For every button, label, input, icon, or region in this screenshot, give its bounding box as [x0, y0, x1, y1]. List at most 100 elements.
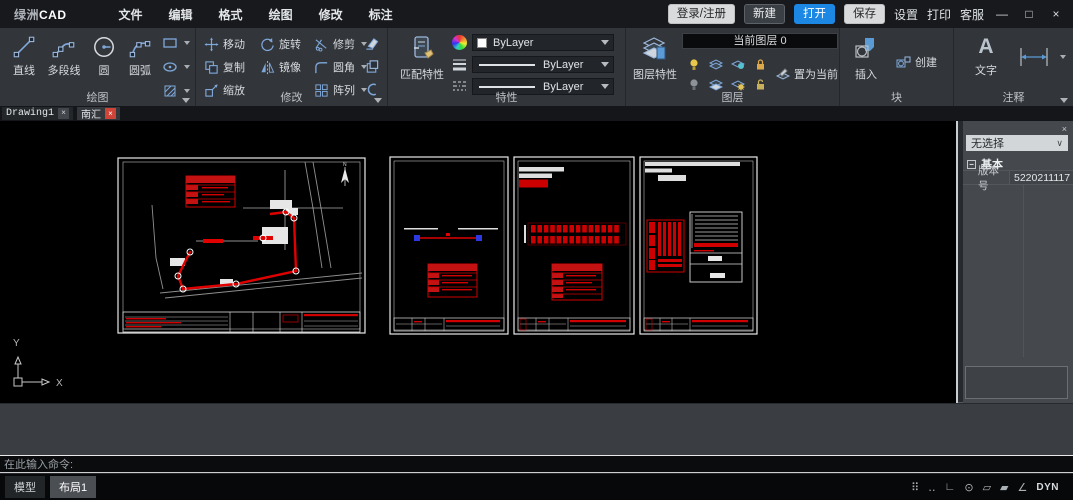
create-block-button[interactable]: 创建: [896, 54, 937, 70]
insert-block-button[interactable]: 插入: [850, 34, 882, 82]
command-line[interactable]: 在此输入命令:: [0, 455, 1073, 473]
selection-filter-select[interactable]: 无选择 ∨: [966, 135, 1068, 151]
model-tab-button[interactable]: 模型: [5, 476, 45, 498]
arc-button[interactable]: 圆弧: [124, 34, 156, 78]
layer-thaw-icon[interactable]: [730, 58, 745, 71]
match-properties-label: 匹配特性: [400, 66, 444, 82]
drawing-canvas[interactable]: N: [0, 121, 956, 403]
match-properties-button[interactable]: 匹配特性: [396, 34, 448, 82]
tab-drawing1[interactable]: Drawing1 ×: [2, 107, 73, 120]
group-expand-arrow-icon[interactable]: [374, 98, 382, 103]
color-select[interactable]: ByLayer: [472, 34, 614, 51]
svg-text:X: X: [56, 378, 63, 389]
mirror-button[interactable]: 镜像: [260, 59, 301, 75]
explode-button[interactable]: [364, 59, 380, 74]
menu-modify[interactable]: 修改: [319, 6, 343, 23]
dropdown-arrow-icon: [601, 62, 609, 67]
menu-annotate[interactable]: 标注: [369, 6, 393, 23]
rectangle-icon: [162, 36, 178, 50]
status-toggles: ⠿ ‥ ∟ ⊙ ▱ ▰ ∠ DYN: [911, 481, 1059, 494]
tab-close-icon[interactable]: ×: [105, 108, 116, 119]
move-icon: [204, 37, 219, 52]
snap-icon[interactable]: ‥: [928, 481, 935, 494]
layer-properties-label: 图层特性: [633, 66, 677, 82]
menu-draw[interactable]: 绘图: [269, 6, 293, 23]
polar-tracking-icon[interactable]: ⊙: [964, 481, 973, 494]
copy-button[interactable]: 复制: [204, 59, 245, 75]
current-layer-display[interactable]: 当前图层 0: [682, 33, 838, 49]
circle-button[interactable]: 圆: [90, 34, 118, 78]
object-track-icon[interactable]: ▰: [1000, 481, 1008, 494]
layer-properties-icon: [640, 34, 670, 64]
settings-button[interactable]: 设置: [894, 6, 918, 23]
app-logo: 绿洲CAD: [14, 6, 67, 23]
save-file-button[interactable]: 保存: [844, 4, 885, 24]
rotate-label: 旋转: [279, 36, 301, 52]
object-snap-icon[interactable]: ▱: [983, 481, 991, 494]
rectangle-button[interactable]: [162, 36, 190, 50]
mirror-icon: [260, 60, 275, 75]
layer-lock-icon[interactable]: [752, 58, 767, 71]
set-current-layer-button[interactable]: 置为当前: [776, 66, 838, 82]
angle-icon[interactable]: ∠: [1018, 481, 1028, 494]
color-wheel-icon: [452, 35, 467, 50]
lineweight-sample: [479, 64, 535, 66]
cad-drawing: N: [0, 121, 956, 403]
panel-close-icon[interactable]: ×: [1062, 124, 1067, 134]
group-expand-arrow-icon[interactable]: [1060, 98, 1068, 103]
ellipse-button[interactable]: [162, 60, 190, 74]
dynamic-input-toggle[interactable]: DYN: [1036, 482, 1059, 493]
polyline-button[interactable]: 多段线: [44, 34, 84, 78]
login-register-button[interactable]: 登录/注册: [668, 4, 735, 24]
erase-button[interactable]: [364, 36, 380, 51]
tab-close-icon[interactable]: ×: [58, 108, 69, 119]
fillet-button[interactable]: 圆角: [314, 59, 367, 75]
menu-format[interactable]: 格式: [219, 6, 243, 23]
open-file-button[interactable]: 打开: [794, 4, 835, 24]
layer-on-icon[interactable]: [686, 58, 701, 71]
rotate-button[interactable]: 旋转: [260, 36, 301, 52]
layer-freeze-icon[interactable]: [708, 58, 723, 71]
grid-icon[interactable]: ⠿: [911, 481, 919, 494]
text-button[interactable]: A 文字: [972, 34, 1000, 78]
dimension-button[interactable]: [1016, 46, 1066, 68]
line-label: 直线: [13, 62, 35, 78]
explode-icon: [364, 59, 380, 74]
group-expand-arrow-icon[interactable]: [182, 98, 190, 103]
ribbon-group-layers: 图层特性 当前图层 0 置为当前 图层: [626, 28, 840, 106]
ortho-icon[interactable]: ∟: [945, 481, 956, 493]
lineweight-select[interactable]: ByLayer: [472, 56, 614, 73]
tab-nanhui[interactable]: 南汇 ×: [77, 107, 120, 120]
print-button[interactable]: 打印: [927, 6, 951, 23]
sheet-1-site-plan: N: [118, 158, 365, 333]
minimize-button[interactable]: —: [993, 7, 1011, 21]
arc-label: 圆弧: [129, 62, 151, 78]
line-button[interactable]: 直线: [8, 34, 40, 78]
fillet-label: 圆角: [333, 59, 355, 75]
menu-file[interactable]: 文件: [119, 6, 143, 23]
layer-properties-button[interactable]: 图层特性: [632, 34, 678, 82]
version-value[interactable]: 5220211117: [1009, 171, 1073, 184]
canvas-scrollbar[interactable]: [956, 121, 958, 403]
trim-button[interactable]: 修剪: [314, 36, 367, 52]
ribbon-group-properties: 匹配特性 ByLayer ByLayer ByLayer 特性: [388, 28, 626, 106]
menu-edit[interactable]: 编辑: [169, 6, 193, 23]
ribbon-group-modify: 移动 复制 缩放 旋转 镜像 修剪: [196, 28, 388, 106]
property-row-version: 版本号 5220211117: [963, 170, 1073, 185]
group-label-block: 块: [840, 89, 953, 105]
dropdown-arrow-icon: [184, 41, 190, 45]
close-button[interactable]: ×: [1047, 7, 1065, 21]
sheet-4-detail: [640, 157, 757, 334]
application-window: 绿洲CAD 文件 编辑 格式 绘图 修改 标注 登录/注册 新建 打开 保存 设…: [0, 0, 1073, 500]
ellipse-icon: [162, 60, 178, 74]
trim-label: 修剪: [333, 36, 355, 52]
create-block-icon: [896, 56, 911, 69]
maximize-button[interactable]: □: [1020, 7, 1038, 21]
new-file-button[interactable]: 新建: [744, 4, 785, 24]
status-bar: 模型 布局1 ⠿ ‥ ∟ ⊙ ▱ ▰ ∠ DYN: [0, 474, 1073, 500]
move-button[interactable]: 移动: [204, 36, 245, 52]
lineweight-icon: [452, 57, 467, 71]
group-label-properties: 特性: [388, 89, 625, 105]
layout1-tab-button[interactable]: 布局1: [50, 476, 96, 498]
support-button[interactable]: 客服: [960, 6, 984, 23]
